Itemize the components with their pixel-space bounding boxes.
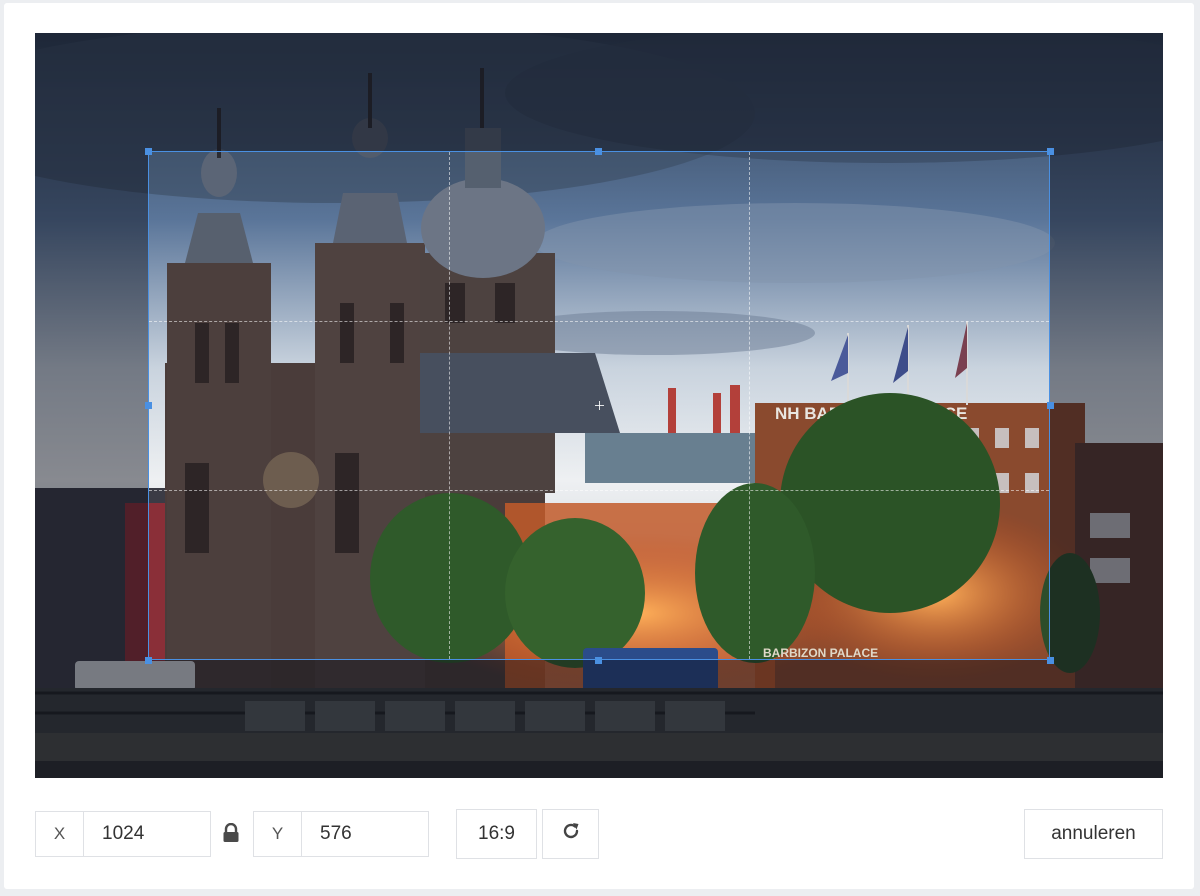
reset-button[interactable] <box>542 809 599 859</box>
crop-guide-vertical <box>449 152 450 659</box>
y-input[interactable] <box>302 812 428 856</box>
crop-guide-horizontal <box>149 321 1049 322</box>
rotate-cw-icon <box>561 821 581 847</box>
crop-handle-right[interactable] <box>1047 402 1054 409</box>
y-field: Y <box>253 811 429 857</box>
crop-guide-vertical <box>749 152 750 659</box>
crop-handle-top-right[interactable] <box>1047 148 1054 155</box>
y-label: Y <box>254 812 302 856</box>
crop-handle-bottom[interactable] <box>595 657 602 664</box>
crop-center-crosshair <box>595 401 604 410</box>
x-field: X <box>35 811 211 857</box>
crop-handle-top[interactable] <box>595 148 602 155</box>
crop-handle-left[interactable] <box>145 402 152 409</box>
lock-icon[interactable] <box>222 822 240 843</box>
x-input[interactable] <box>84 812 210 856</box>
aspect-ratio-button[interactable]: 16:9 <box>456 809 537 859</box>
crop-guide-horizontal <box>149 490 1049 491</box>
x-label: X <box>36 812 84 856</box>
cancel-button[interactable]: annuleren <box>1024 809 1163 859</box>
crop-handle-bottom-left[interactable] <box>145 657 152 664</box>
crop-handle-bottom-right[interactable] <box>1047 657 1054 664</box>
crop-handle-top-left[interactable] <box>145 148 152 155</box>
